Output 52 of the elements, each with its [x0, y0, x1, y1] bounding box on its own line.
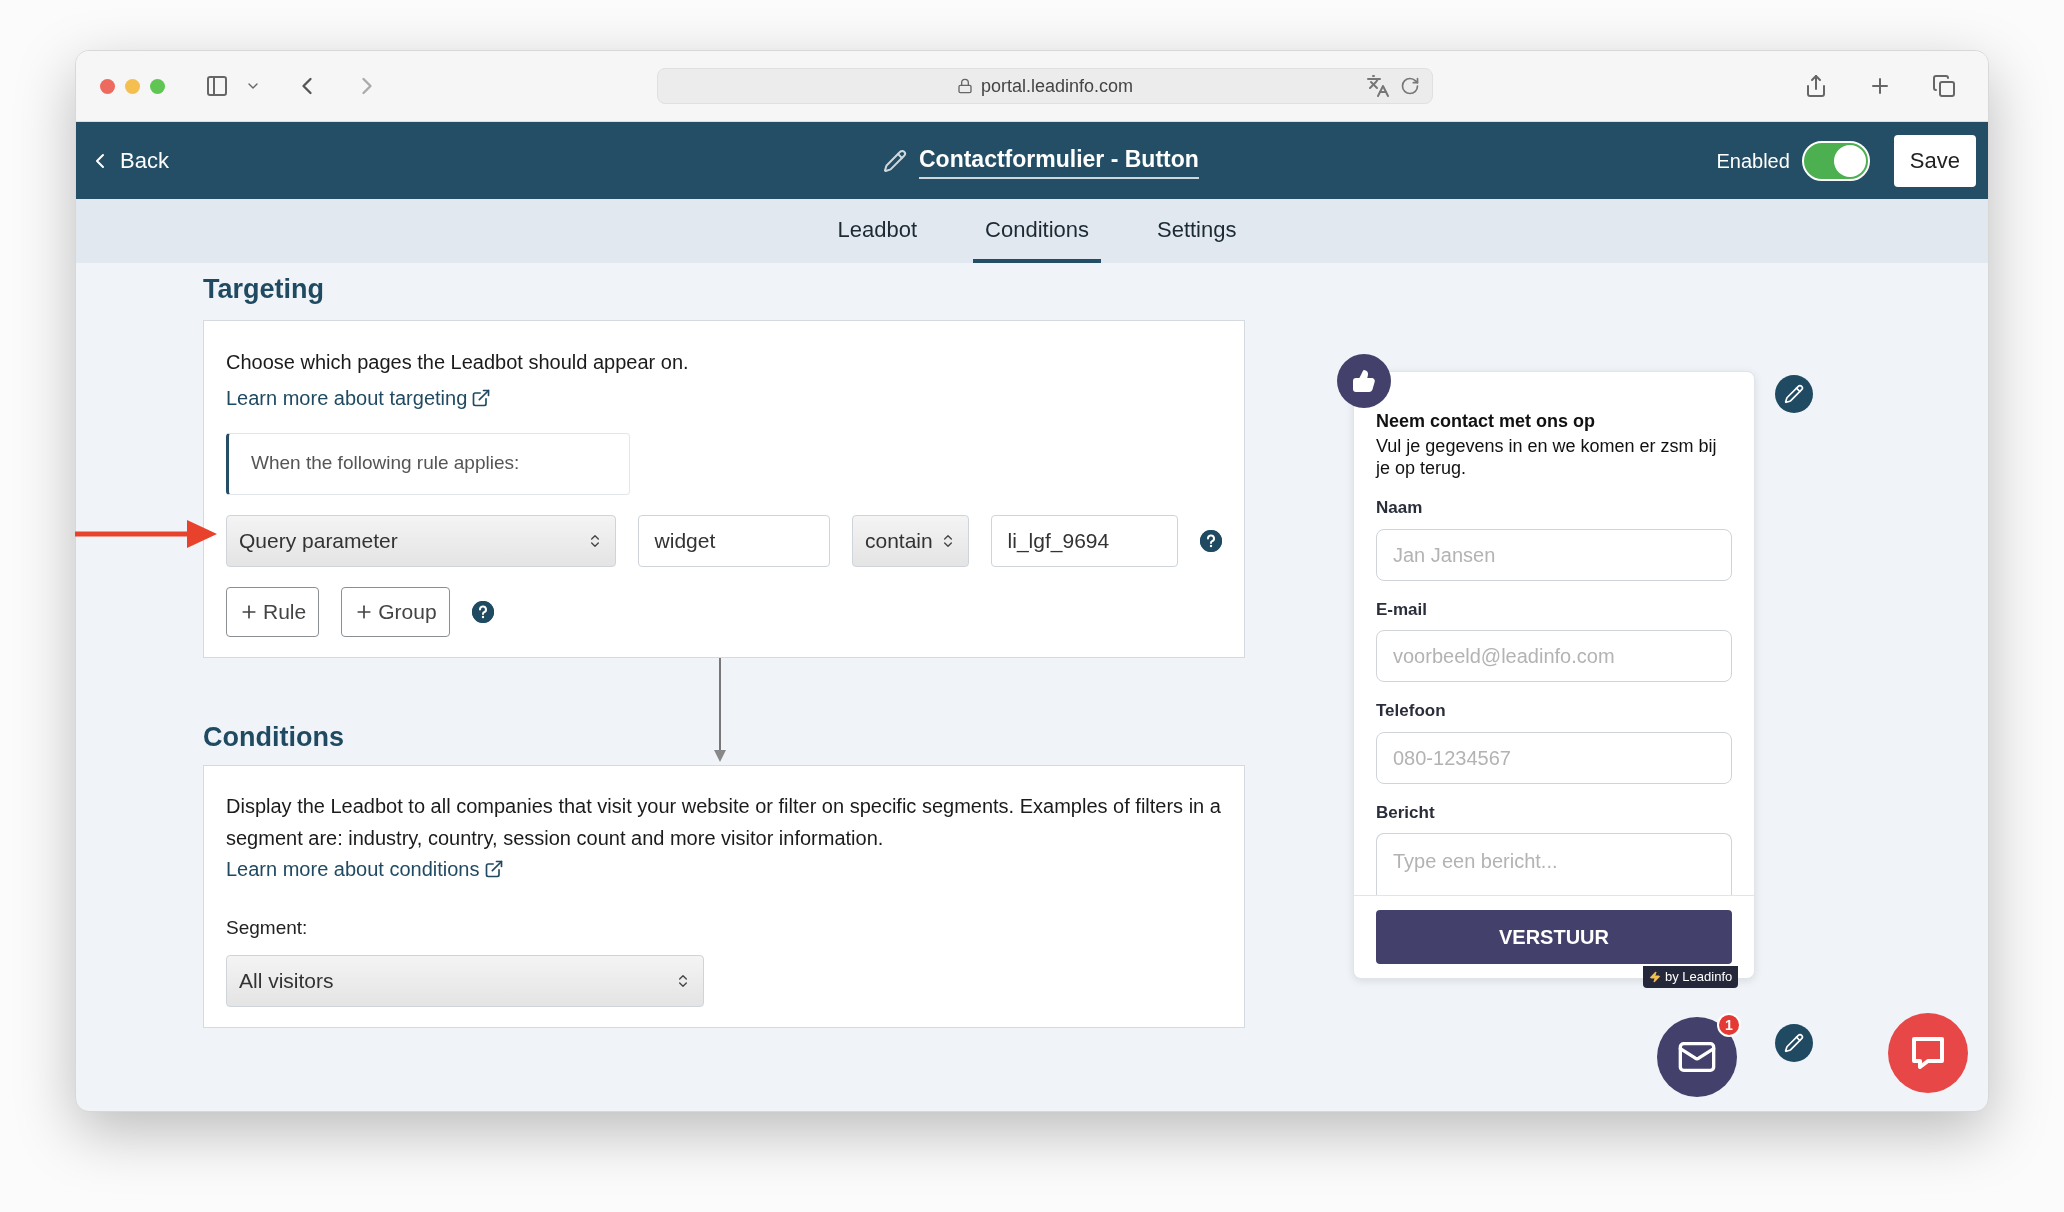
notification-badge: 1 — [1717, 1013, 1741, 1037]
translate-icon[interactable] — [1366, 74, 1390, 98]
pencil-icon — [883, 148, 907, 173]
lock-icon — [956, 78, 973, 94]
url-text: portal.leadinfo.com — [980, 74, 1134, 98]
external-link-icon — [471, 387, 492, 408]
segment-label: Segment: — [226, 916, 309, 940]
rule-key-input[interactable]: widget — [637, 514, 830, 567]
edit-launcher-button[interactable] — [1775, 1024, 1813, 1062]
targeting-link[interactable]: Learn more about targeting — [226, 382, 492, 413]
tab[interactable]: Conditions — [973, 199, 1101, 263]
reload-icon[interactable] — [1400, 76, 1420, 96]
sidebar-icon[interactable] — [205, 74, 229, 98]
section-heading: Targeting — [203, 273, 325, 306]
back-button[interactable]: Back — [88, 144, 169, 177]
thumbs-up-icon — [1352, 369, 1376, 393]
external-link-icon — [483, 859, 504, 879]
widget-subtitle: Vul je gegevens in en we komen er zsm bij je op terug. — [1376, 435, 1718, 479]
rule-operator-select[interactable]: contain — [851, 514, 969, 567]
edit-widget-button[interactable] — [1775, 375, 1813, 413]
tab[interactable]: Settings — [1145, 199, 1249, 263]
share-icon[interactable] — [1804, 74, 1828, 98]
section-heading: Conditions — [203, 720, 345, 754]
pencil-icon — [1784, 1033, 1804, 1053]
add-rule-button[interactable]: Rule — [226, 586, 320, 637]
lightning-icon — [1649, 971, 1661, 983]
targeting-description: Choose which pages the Leadbot should appear on. — [226, 349, 690, 375]
branding-badge: by Leadinfo — [1643, 966, 1739, 988]
tabs-icon[interactable] — [1932, 74, 1956, 98]
help-icon[interactable] — [471, 600, 494, 623]
save-button[interactable]: Save — [1893, 134, 1976, 187]
add-rule-button[interactable]: Group — [341, 586, 450, 637]
enabled-toggle[interactable] — [1801, 140, 1870, 181]
rule-field-select[interactable]: Query parameter — [226, 514, 616, 567]
rule-value-input[interactable]: li_lgf_9694 — [990, 514, 1178, 567]
enabled-label: Enabled — [1716, 148, 1790, 174]
conditions-link[interactable]: Learn more about conditions — [226, 854, 504, 884]
help-icon[interactable] — [1200, 529, 1222, 552]
leadbot-title[interactable]: Contactformulier - Button — [919, 141, 1199, 180]
field-label: E-mail — [1376, 598, 1429, 621]
rule-group-header: When the following rule applies: — [226, 432, 630, 495]
tab[interactable]: Leadbot — [825, 199, 930, 263]
submit-button[interactable]: VERSTUUR — [1376, 910, 1732, 964]
close-window-icon[interactable] — [100, 78, 115, 94]
conditions-description: Display the Leadbot to all companies that visit your website or filter on specific segments. Examples of filters in a segment are: industry, country, session count and more visitor information. — [226, 794, 1222, 851]
field-label: Bericht — [1376, 801, 1436, 824]
address-bar[interactable]: portal.leadinfo.com — [657, 68, 1433, 104]
field-label: Naam — [1376, 497, 1424, 519]
field-label: Telefoon — [1376, 700, 1447, 722]
widget-title: Neem contact met ons op — [1376, 410, 1597, 433]
segment-select[interactable]: All visitors — [226, 954, 704, 1007]
pencil-icon — [1784, 384, 1804, 404]
